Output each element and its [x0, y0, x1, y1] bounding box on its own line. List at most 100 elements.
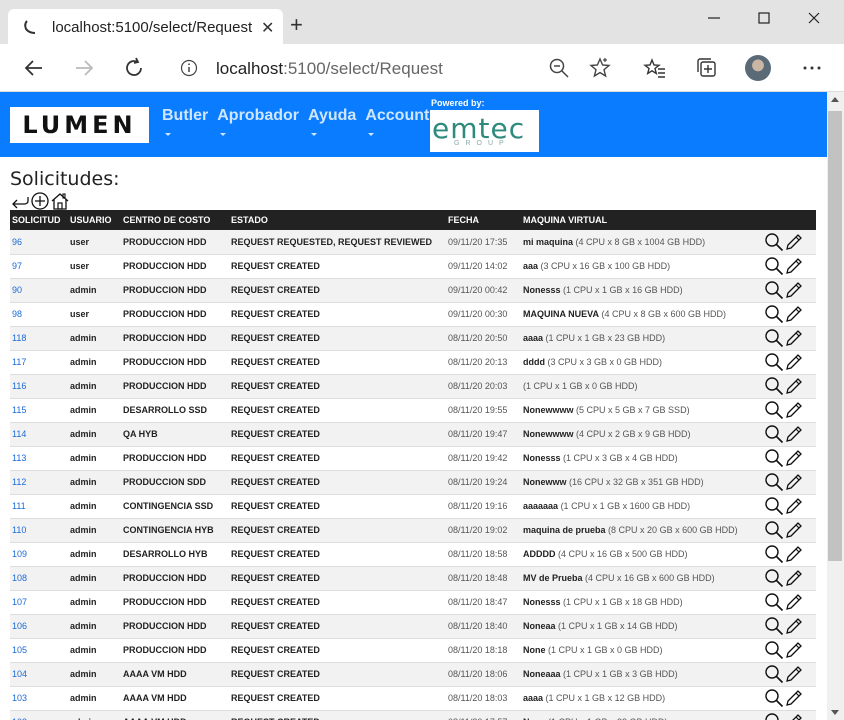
view-search-icon[interactable] [764, 616, 784, 636]
request-id-link[interactable]: 107 [12, 597, 27, 607]
edit-pencil-icon[interactable] [784, 664, 804, 684]
request-id-link[interactable]: 103 [12, 693, 27, 703]
request-id-link[interactable]: 115 [12, 405, 26, 415]
edit-pencil-icon[interactable] [784, 472, 804, 492]
edit-pencil-icon[interactable] [784, 232, 804, 252]
request-id-link[interactable]: 108 [12, 573, 27, 583]
view-search-icon[interactable] [764, 544, 784, 564]
request-id-link[interactable]: 98 [12, 309, 22, 319]
view-search-icon[interactable] [764, 376, 784, 396]
edit-pencil-icon[interactable] [784, 496, 804, 516]
edit-pencil-icon[interactable] [784, 688, 804, 708]
back-arrow-icon[interactable] [10, 191, 30, 211]
close-window-icon[interactable] [804, 8, 824, 28]
vertical-scrollbar[interactable] [827, 92, 844, 720]
request-id-link[interactable]: 117 [12, 357, 26, 367]
edit-pencil-icon[interactable] [784, 520, 804, 540]
request-id-link[interactable]: 110 [12, 525, 26, 535]
back-icon[interactable] [22, 56, 46, 80]
request-id-link[interactable]: 116 [12, 381, 26, 391]
scrollbar-thumb[interactable] [828, 111, 842, 561]
forward-icon[interactable] [72, 56, 96, 80]
new-tab-icon[interactable]: + [290, 14, 303, 36]
view-search-icon[interactable] [764, 448, 784, 468]
request-id-link[interactable]: 113 [12, 453, 26, 463]
header-estado[interactable]: ESTADO [229, 210, 446, 230]
view-search-icon[interactable] [764, 568, 784, 588]
edit-pencil-icon[interactable] [784, 712, 804, 720]
favorites-icon[interactable] [643, 56, 667, 80]
scroll-up-icon[interactable] [831, 97, 839, 102]
edit-pencil-icon[interactable] [784, 328, 804, 348]
add-circle-icon[interactable] [30, 191, 50, 211]
info-icon[interactable] [180, 59, 198, 77]
view-search-icon[interactable] [764, 256, 784, 276]
view-search-icon[interactable] [764, 304, 784, 324]
edit-pencil-icon[interactable] [784, 592, 804, 612]
edit-pencil-icon[interactable] [784, 448, 804, 468]
favorite-star-icon[interactable] [588, 56, 612, 80]
close-tab-icon[interactable]: ✕ [261, 18, 274, 38]
menu-account[interactable]: Account [365, 107, 429, 136]
edit-pencil-icon[interactable] [784, 352, 804, 372]
table-row: 114 admin QA HYB REQUEST CREATED 08/11/20 19… [10, 422, 816, 446]
request-id-link[interactable]: 118 [12, 333, 26, 343]
edit-pencil-icon[interactable] [784, 616, 804, 636]
edit-pencil-icon[interactable] [784, 424, 804, 444]
header-solicitud[interactable]: SOLICITUD [10, 210, 68, 230]
profile-avatar[interactable] [745, 55, 771, 81]
edit-pencil-icon[interactable] [784, 568, 804, 588]
header-centro-costo[interactable]: CENTRO DE COSTO [121, 210, 229, 230]
view-search-icon[interactable] [764, 424, 784, 444]
header-fecha[interactable]: FECHA [446, 210, 521, 230]
view-search-icon[interactable] [764, 520, 784, 540]
view-search-icon[interactable] [764, 232, 784, 252]
view-search-icon[interactable] [764, 472, 784, 492]
url-text[interactable]: localhost:5100/select/Request [216, 59, 443, 79]
request-id-link[interactable]: 96 [12, 237, 22, 247]
request-id-link[interactable]: 97 [12, 261, 22, 271]
request-id-link[interactable]: 112 [12, 477, 26, 487]
request-id-link[interactable]: 90 [12, 285, 22, 295]
collections-icon[interactable] [695, 56, 719, 80]
request-id-link[interactable]: 111 [12, 501, 26, 511]
menu-aprobador[interactable]: Aprobador [217, 107, 299, 136]
view-search-icon[interactable] [764, 688, 784, 708]
view-search-icon[interactable] [764, 400, 784, 420]
more-options-icon[interactable] [800, 56, 824, 80]
cell-maquina-virtual: Noneaa (1 CPU x 1 GB x 14 GB HDD) [521, 614, 764, 638]
refresh-icon[interactable] [122, 56, 146, 80]
edit-pencil-icon[interactable] [784, 400, 804, 420]
edit-pencil-icon[interactable] [784, 304, 804, 324]
request-id-link[interactable]: 114 [12, 429, 26, 439]
edit-pencil-icon[interactable] [784, 376, 804, 396]
edit-pencil-icon[interactable] [784, 280, 804, 300]
view-search-icon[interactable] [764, 496, 784, 516]
view-search-icon[interactable] [764, 352, 784, 372]
request-id-link[interactable]: 105 [12, 645, 27, 655]
lumen-logo[interactable]: LUMEN [10, 107, 149, 143]
menu-butler[interactable]: Butler [162, 107, 208, 136]
menu-ayuda[interactable]: Ayuda [308, 107, 356, 136]
scroll-down-icon[interactable] [831, 710, 839, 715]
view-search-icon[interactable] [764, 664, 784, 684]
home-icon[interactable] [50, 191, 70, 211]
request-id-link[interactable]: 106 [12, 621, 27, 631]
vm-spec: (1 CPU x 1 GB x 1600 GB HDD) [560, 501, 691, 511]
view-search-icon[interactable] [764, 280, 784, 300]
request-id-link[interactable]: 104 [12, 669, 27, 679]
view-search-icon[interactable] [764, 328, 784, 348]
maximize-icon[interactable] [754, 8, 774, 28]
edit-pencil-icon[interactable] [784, 640, 804, 660]
edit-pencil-icon[interactable] [784, 256, 804, 276]
header-maquina-virtual[interactable]: MAQUINA VIRTUAL [521, 210, 764, 230]
view-search-icon[interactable] [764, 712, 784, 720]
view-search-icon[interactable] [764, 592, 784, 612]
header-usuario[interactable]: USUARIO [68, 210, 121, 230]
zoom-out-icon[interactable] [547, 56, 571, 80]
minimize-icon[interactable] [704, 8, 724, 28]
edit-pencil-icon[interactable] [784, 544, 804, 564]
request-id-link[interactable]: 109 [12, 549, 27, 559]
view-search-icon[interactable] [764, 640, 784, 660]
browser-tab[interactable]: localhost:5100/select/Request ✕ [8, 9, 283, 44]
